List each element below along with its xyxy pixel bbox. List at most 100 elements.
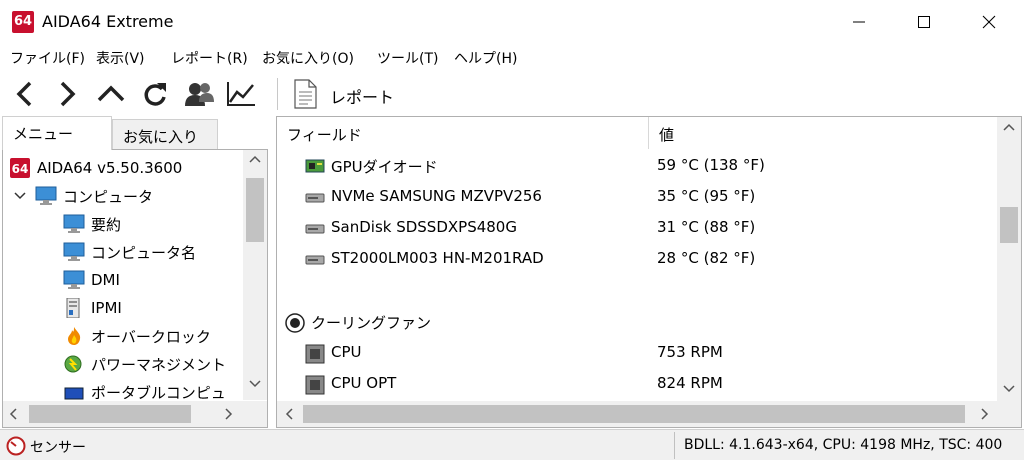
power-management-icon — [63, 354, 85, 374]
right-vertical-scrollbar[interactable] — [997, 117, 1021, 401]
chip-icon — [305, 375, 325, 395]
aida64-logo-icon: 64 — [9, 158, 31, 178]
column-header-value[interactable]: 値 — [649, 117, 989, 149]
tree-item-label: IPMI — [91, 299, 122, 317]
navigation-tree: 64 AIDA64 v5.50.3600 コンピュータ 要約 コンピュータ名 D… — [2, 149, 268, 428]
scroll-thumb — [29, 405, 191, 423]
menu-favorites[interactable]: お気に入り(O) — [262, 48, 354, 68]
table-row[interactable]: NVMe SAMSUNG MZVPV256 35 °C (95 °F) — [277, 182, 997, 212]
sensor-gauge-icon — [6, 436, 26, 460]
tree-item-dmi[interactable]: DMI — [63, 266, 120, 294]
scroll-left-arrow-icon — [285, 408, 293, 420]
status-left-text: センサー — [30, 440, 86, 456]
chart-button[interactable] — [224, 77, 258, 111]
status-separator — [674, 432, 675, 459]
navigation-panel: メニュー お気に入り 64 AIDA64 v5.50.3600 コンピュータ 要… — [0, 116, 270, 428]
menu-file[interactable]: ファイル(F) — [10, 48, 85, 68]
scroll-right-arrow-icon — [981, 408, 989, 420]
tree-item-computer-name[interactable]: コンピュータ名 — [63, 238, 196, 266]
refresh-button[interactable] — [138, 77, 172, 111]
chevron-down-icon[interactable] — [13, 187, 29, 205]
table-row[interactable]: SanDisk SDSSDXPS480G 31 °C (88 °F) — [277, 213, 997, 243]
maximize-icon — [918, 16, 930, 28]
tree-item-label: コンピュータ名 — [91, 243, 197, 262]
details-panel: フィールド 値 GPUダイオード 59 °C (138 °F) NVMe SAM… — [276, 116, 1022, 428]
tree-item-label: コンピュータ — [63, 187, 154, 206]
scroll-down-arrow-icon — [249, 380, 261, 388]
up-icon — [97, 85, 125, 102]
aida64-logo-icon: 64 — [12, 11, 34, 33]
menu-tools[interactable]: ツール(T) — [377, 48, 438, 68]
table-row[interactable]: CPU OPT 824 RPM — [277, 369, 997, 399]
scroll-left-arrow-icon — [9, 408, 17, 420]
table-row[interactable]: ST2000LM003 HN-M201RAD 28 °C (82 °F) — [277, 244, 997, 274]
tab-menu[interactable]: メニュー — [2, 116, 112, 150]
menu-help[interactable]: ヘルプ(H) — [454, 48, 517, 68]
server-icon — [63, 297, 85, 319]
chip-icon — [305, 344, 325, 364]
close-icon — [982, 15, 996, 29]
line-chart-icon — [227, 82, 255, 106]
maximize-button[interactable] — [901, 0, 947, 44]
tree-item-summary[interactable]: 要約 — [63, 210, 121, 238]
column-header-field[interactable]: フィールド — [277, 117, 649, 149]
laptop-icon — [63, 382, 85, 402]
toolbar: レポート — [0, 72, 1024, 116]
scroll-up-arrow-icon — [1003, 123, 1015, 131]
tree-item-label: 要約 — [91, 215, 122, 234]
refresh-icon — [144, 83, 166, 106]
monitor-icon — [63, 242, 85, 262]
drive-icon — [305, 188, 325, 206]
user-button[interactable] — [182, 77, 216, 111]
tree-item-label: DMI — [91, 271, 120, 289]
computer-icon — [35, 186, 57, 206]
scroll-down-arrow-icon — [1003, 385, 1015, 393]
minimize-icon — [853, 21, 865, 23]
tree-item-ipmi[interactable]: IPMI — [63, 294, 122, 322]
scroll-thumb — [303, 405, 965, 423]
toolbar-separator — [277, 78, 278, 110]
menu-view[interactable]: 表示(V) — [96, 48, 145, 68]
tree-item-label: オーバークロック — [91, 327, 211, 346]
right-horizontal-scrollbar[interactable] — [277, 401, 997, 427]
tree-item-power-management[interactable]: パワーマネジメント — [63, 350, 226, 378]
report-document-icon[interactable] — [292, 78, 318, 114]
scroll-thumb — [1000, 207, 1018, 243]
gpu-card-icon — [305, 157, 325, 175]
close-button[interactable] — [966, 0, 1012, 44]
up-button[interactable] — [94, 77, 128, 111]
tree-item-label: パワーマネジメント — [91, 355, 227, 374]
scrollbar-corner — [997, 401, 1021, 427]
tree-item-overclock[interactable]: オーバークロック — [63, 322, 211, 350]
svg-text:64: 64 — [12, 162, 29, 176]
scroll-right-arrow-icon — [225, 408, 233, 420]
users-icon — [185, 83, 214, 106]
report-button-label[interactable]: レポート — [330, 84, 394, 108]
status-bar: センサー BDLL: 4.1.643-x64, CPU: 4198 MHz, T… — [0, 429, 1024, 460]
drive-icon — [305, 250, 325, 268]
menu-bar: ファイル(F) 表示(V) レポート(R) お気に入り(O) ツール(T) ヘル… — [0, 44, 1024, 72]
back-button[interactable] — [8, 77, 42, 111]
forward-icon — [60, 81, 76, 107]
tree-item-aida64[interactable]: 64 AIDA64 v5.50.3600 — [9, 154, 182, 182]
tree-item-label: ポータブルコンピュ — [91, 383, 226, 402]
menu-report[interactable]: レポート(R) — [171, 48, 248, 68]
monitor-icon — [63, 214, 85, 234]
tab-favorites[interactable]: お気に入り — [112, 119, 218, 150]
monitor-icon — [63, 270, 85, 290]
fire-icon — [63, 326, 85, 346]
left-vertical-scrollbar[interactable] — [243, 150, 267, 400]
title-bar: 64 AIDA64 Extreme — [0, 0, 1024, 44]
left-horizontal-scrollbar[interactable] — [3, 401, 267, 427]
scroll-up-arrow-icon — [249, 155, 261, 163]
table-row[interactable]: CPU 753 RPM — [277, 338, 997, 368]
tree-item-computer[interactable]: コンピュータ — [13, 182, 153, 210]
drive-icon — [305, 219, 325, 237]
table-row[interactable]: GPUダイオード 59 °C (138 °F) — [277, 151, 997, 181]
fan-icon — [285, 313, 305, 333]
minimize-button[interactable] — [836, 0, 882, 44]
table-group-row[interactable]: クーリングファン — [277, 307, 997, 337]
forward-button[interactable] — [50, 77, 84, 111]
tree-item-label: AIDA64 v5.50.3600 — [37, 159, 183, 177]
window-title: AIDA64 Extreme — [42, 12, 174, 31]
